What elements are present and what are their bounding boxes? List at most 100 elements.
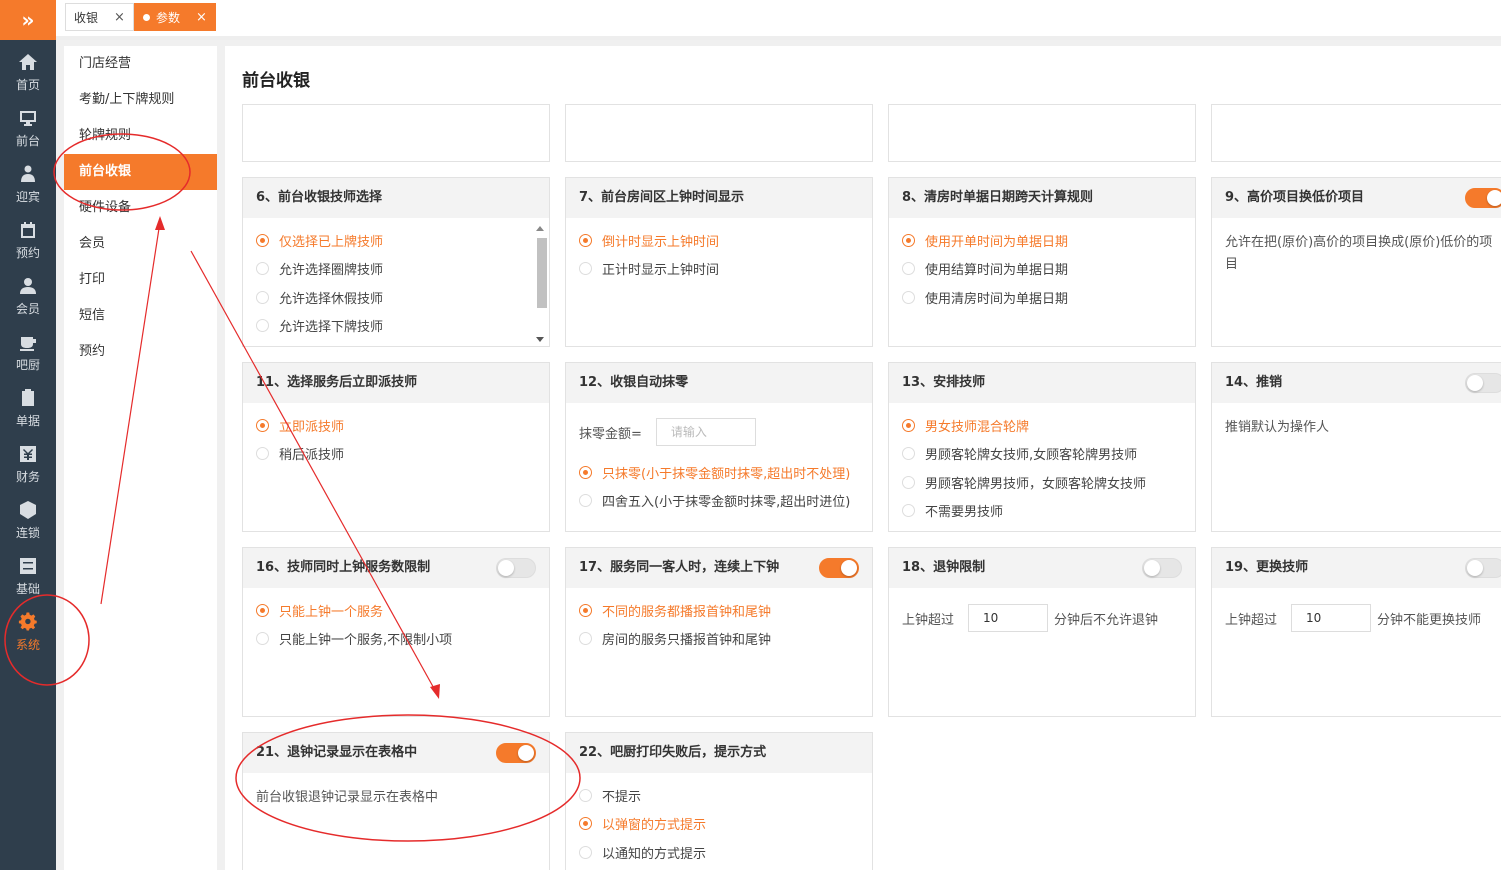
radio-option[interactable]: 允许选择下牌技师 <box>256 312 536 341</box>
home-icon <box>18 52 38 72</box>
radio-icon <box>256 603 269 617</box>
option-label: 允许选择圈牌技师 <box>279 263 384 279</box>
calendar-icon <box>18 220 38 240</box>
option-label: 以通知的方式提示 <box>602 846 707 862</box>
toggle-switch[interactable] <box>819 558 859 578</box>
card-title-text: 9、高价项目换低价项目 <box>1225 190 1365 205</box>
nav-bills[interactable]: 单据 <box>0 380 56 436</box>
submenu-front-cashier[interactable]: 前台收银 <box>64 154 217 190</box>
card-title: 17、服务同一客人时，连续上下钟 <box>566 548 872 588</box>
radio-option[interactable]: 男女技师混合轮牌 <box>902 411 1182 440</box>
card-change-tech: 19、更换技师 上钟超过 10 分钟不能更换技师 <box>1211 547 1501 717</box>
toggle-switch[interactable] <box>1465 188 1501 208</box>
setting-card <box>565 104 873 162</box>
radio-option[interactable]: 男顾客轮牌男技师，女顾客轮牌女技师 <box>902 468 1182 497</box>
cup-icon <box>18 332 38 352</box>
yuan-icon <box>18 444 38 464</box>
radio-option[interactable]: 仅选择已上牌技师 <box>256 226 536 255</box>
nav-greeter[interactable]: 迎宾 <box>0 156 56 212</box>
card-title-text: 16、技师同时上钟服务数限制 <box>256 560 431 575</box>
card-title: 9、高价项目换低价项目 <box>1212 178 1501 218</box>
option-label: 立即派技师 <box>279 419 345 435</box>
radio-option[interactable]: 不需要男技师 <box>902 497 1182 526</box>
nav-kitchen[interactable]: 吧厨 <box>0 324 56 380</box>
tab-cashier[interactable]: 收银 × <box>65 3 134 31</box>
radio-option[interactable]: 使用清房时间为单据日期 <box>902 283 1182 312</box>
field-label: 抹零金额= <box>579 426 642 442</box>
submenu-rotation[interactable]: 轮牌规则 <box>64 118 217 154</box>
radio-option[interactable]: 男顾客轮牌女技师,女顾客轮牌男技师 <box>902 440 1182 469</box>
scroll-down-icon[interactable] <box>536 337 544 342</box>
card-refund-record: 21、退钟记录显示在表格中 前台收银退钟记录显示在表格中 <box>242 732 550 870</box>
expand-menu-icon[interactable]: » <box>0 0 56 40</box>
card-continuous-clock: 17、服务同一客人时，连续上下钟 不同的服务都播报首钟和尾钟 房间的服务只播报首… <box>565 547 873 717</box>
toggle-switch[interactable] <box>1465 558 1501 578</box>
card-dispatch-tech: 11、选择服务后立即派技师 立即派技师 稍后派技师 <box>242 362 550 532</box>
card-auto-rounding: 12、收银自动抹零 抹零金额= 请输入 只抹零(小于抹零金额时抹零,超出时不处理… <box>565 362 873 532</box>
submenu-reservation[interactable]: 预约 <box>64 334 217 370</box>
submenu-print[interactable]: 打印 <box>64 262 217 298</box>
toggle-switch[interactable] <box>1465 373 1501 393</box>
toggle-switch[interactable] <box>1142 558 1182 578</box>
card-description: 推销默认为操作人 <box>1225 420 1330 435</box>
radio-icon <box>579 603 592 617</box>
field-label: 分钟后不允许退钟 <box>1054 612 1159 628</box>
close-icon[interactable]: × <box>114 10 125 25</box>
radio-option[interactable]: 只能上钟一个服务 <box>256 596 536 625</box>
refund-minutes-input[interactable]: 10 <box>968 604 1049 632</box>
submenu-hardware[interactable]: 硬件设备 <box>64 190 217 226</box>
option-label: 房间的服务只播报首钟和尾钟 <box>602 633 772 649</box>
nav-member[interactable]: 会员 <box>0 268 56 324</box>
card-item-downgrade: 9、高价项目换低价项目 允许在把(原价)高价的项目换成(原价)低价的项目 <box>1211 177 1501 347</box>
submenu-member[interactable]: 会员 <box>64 226 217 262</box>
scroll-up-icon[interactable] <box>536 226 544 231</box>
toggle-switch[interactable] <box>496 558 536 578</box>
toggle-switch[interactable] <box>496 743 536 763</box>
scroll-thumb[interactable] <box>537 238 547 308</box>
radio-icon <box>579 233 592 247</box>
nav-front-desk[interactable]: 前台 <box>0 100 56 156</box>
radio-icon <box>256 262 269 276</box>
radio-option[interactable]: 允许选择圈牌技师 <box>256 255 536 284</box>
radio-option[interactable]: 只能上钟一个服务,不限制小项 <box>256 625 536 654</box>
radio-option[interactable]: 房间的服务只播报首钟和尾钟 <box>579 625 859 654</box>
tab-parameters[interactable]: 参数 × <box>134 3 216 31</box>
rounding-amount-input[interactable]: 请输入 <box>655 418 756 446</box>
radio-option[interactable]: 正计时显示上钟时间 <box>579 255 859 284</box>
radio-option[interactable]: 四舍五入(小于抹零金额时抹零,超出时进位) <box>579 487 859 516</box>
option-label: 使用开单时间为单据日期 <box>925 234 1069 250</box>
radio-option[interactable]: 以通知的方式提示 <box>579 838 859 867</box>
option-label: 允许选择休假技师 <box>279 291 384 307</box>
change-minutes-input[interactable]: 10 <box>1291 604 1372 632</box>
radio-option[interactable]: 不同的服务都播报首钟和尾钟 <box>579 596 859 625</box>
option-label: 以弹窗的方式提示 <box>602 818 707 834</box>
nav-label: 会员 <box>15 301 40 316</box>
submenu-sms[interactable]: 短信 <box>64 298 217 334</box>
submenu-store-ops[interactable]: 门店经营 <box>64 46 217 82</box>
option-label: 不同的服务都播报首钟和尾钟 <box>602 604 772 620</box>
option-label: 仅选择已上牌技师 <box>279 234 384 250</box>
nav-reservation[interactable]: 预约 <box>0 212 56 268</box>
user-icon <box>18 276 38 296</box>
radio-option[interactable]: 允许选择休假技师 <box>256 283 536 312</box>
option-label: 男顾客轮牌男技师，女顾客轮牌女技师 <box>925 476 1147 492</box>
scrollbar[interactable] <box>535 222 547 346</box>
nav-finance[interactable]: 财务 <box>0 436 56 492</box>
nav-system[interactable]: 系统 <box>0 604 56 660</box>
radio-option[interactable]: 使用结算时间为单据日期 <box>902 255 1182 284</box>
radio-option[interactable]: 使用开单时间为单据日期 <box>902 226 1182 255</box>
radio-option[interactable]: 不提示 <box>579 781 859 810</box>
nav-chain[interactable]: 连锁 <box>0 492 56 548</box>
card-refund-limit: 18、退钟限制 上钟超过 10 分钟后不允许退钟 <box>888 547 1196 717</box>
radio-option[interactable]: 倒计时显示上钟时间 <box>579 226 859 255</box>
close-icon[interactable]: × <box>196 10 207 25</box>
radio-option[interactable]: 立即派技师 <box>256 411 536 440</box>
nav-basic[interactable]: 基础 <box>0 548 56 604</box>
radio-option[interactable]: 以弹窗的方式提示 <box>579 810 859 839</box>
change-limit-row: 上钟超过 10 分钟不能更换技师 <box>1212 588 1501 632</box>
radio-option[interactable]: 只抹零(小于抹零金额时抹零,超出时不处理) <box>579 458 859 487</box>
card-title: 16、技师同时上钟服务数限制 <box>243 548 549 588</box>
submenu-attendance[interactable]: 考勤/上下牌规则 <box>64 82 217 118</box>
radio-option[interactable]: 稍后派技师 <box>256 440 536 469</box>
nav-home[interactable]: 首页 <box>0 44 56 100</box>
